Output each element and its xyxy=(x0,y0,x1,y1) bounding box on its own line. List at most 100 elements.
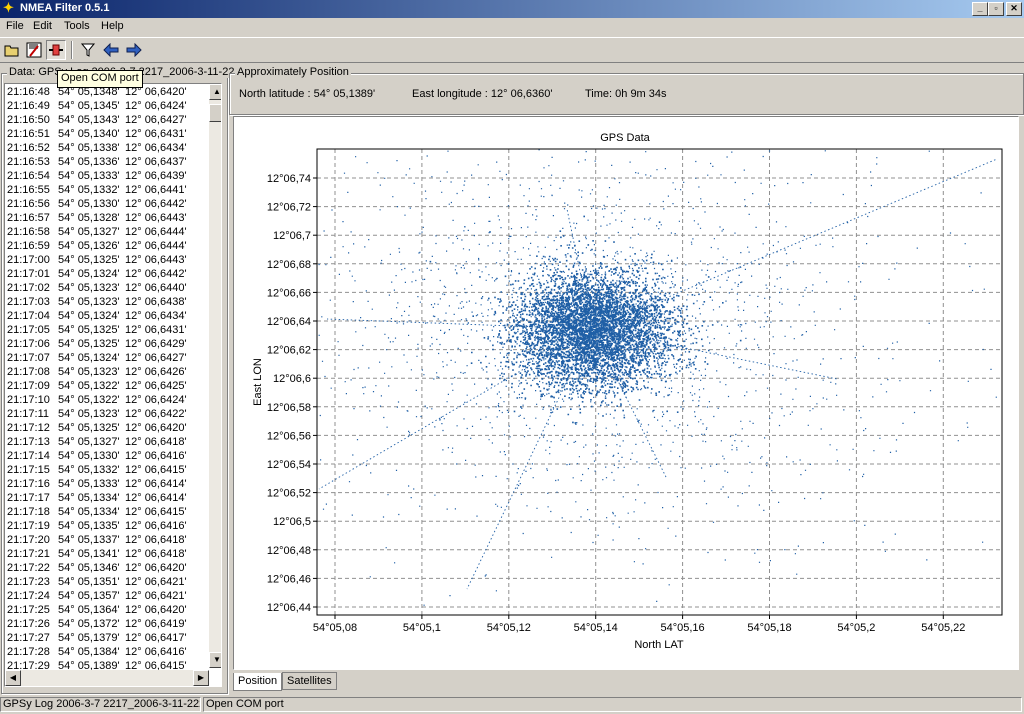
row-time: 21:17:06 xyxy=(7,338,50,350)
x-tick-label: 54°05,22 xyxy=(921,622,965,634)
x-axis-ticks: 54°05,08 54°05,1 54°05,12 54°05,14 54°05,16 5… xyxy=(313,615,965,634)
arrow-left-icon xyxy=(103,43,119,57)
y-axis-label: East LON xyxy=(252,358,264,406)
open-com-port-button[interactable] xyxy=(46,40,66,60)
close-button[interactable]: ✕ xyxy=(1006,2,1022,16)
row-time: 21:17:16 xyxy=(7,478,50,490)
forward-button[interactable] xyxy=(124,40,144,60)
row-latitude: 54° 05,1379' xyxy=(58,632,120,644)
row-longitude: 12° 06,6415' xyxy=(125,464,187,476)
row-latitude: 54° 05,1332' xyxy=(58,464,120,476)
row-longitude: 12° 06,6442' xyxy=(125,198,187,210)
row-latitude: 54° 05,1325' xyxy=(58,338,120,350)
row-longitude: 12° 06,6419' xyxy=(125,618,187,630)
horizontal-scrollbar[interactable]: ◀ ▶ xyxy=(5,670,209,686)
row-latitude: 54° 05,1322' xyxy=(58,394,120,406)
tab-position[interactable]: Position xyxy=(233,673,283,691)
row-latitude: 54° 05,1326' xyxy=(58,240,120,252)
row-latitude: 54° 05,1324' xyxy=(58,352,120,364)
menu-help[interactable]: Help xyxy=(96,19,129,33)
row-longitude: 12° 06,6418' xyxy=(125,436,187,448)
row-longitude: 12° 06,6424' xyxy=(125,394,187,406)
row-longitude: 12° 06,6441' xyxy=(125,184,187,196)
row-latitude: 54° 05,1364' xyxy=(58,604,120,616)
maximize-button[interactable]: ▫ xyxy=(988,2,1004,16)
filter-button[interactable] xyxy=(78,40,98,60)
row-longitude: 12° 06,6420' xyxy=(125,422,187,434)
row-time: 21:16:59 xyxy=(7,240,50,252)
save-log-button[interactable] xyxy=(24,40,44,60)
row-longitude: 12° 06,6421' xyxy=(125,576,187,588)
row-latitude: 54° 05,1323' xyxy=(58,408,120,420)
row-latitude: 54° 05,1337' xyxy=(58,534,120,546)
scroll-thumb[interactable] xyxy=(209,104,221,122)
y-tick-label: 12°06,62 xyxy=(267,345,311,357)
gps-scatter-chart: GPS Data 54°05,08 54°05,1 54°05,12 54°05,14… xyxy=(252,132,1003,651)
row-latitude: 54° 05,1345' xyxy=(58,100,120,112)
east-longitude-readout: East longitude : 12° 06,6360' xyxy=(412,88,553,100)
scroll-left-button[interactable]: ◀ xyxy=(5,670,21,686)
vertical-scrollbar[interactable]: ▲ ▼ xyxy=(209,84,221,668)
scroll-right-button[interactable]: ▶ xyxy=(193,670,209,686)
row-latitude: 54° 05,1357' xyxy=(58,590,120,602)
row-latitude: 54° 05,1330' xyxy=(58,450,120,462)
row-longitude: 12° 06,6416' xyxy=(125,646,187,658)
status-com-port: Open COM port xyxy=(203,697,1022,712)
minimize-button[interactable]: _ xyxy=(972,2,988,16)
row-latitude: 54° 05,1330' xyxy=(58,198,120,210)
com-port-icon xyxy=(49,44,63,56)
row-latitude: 54° 05,1328' xyxy=(58,212,120,224)
row-latitude: 54° 05,1343' xyxy=(58,114,120,126)
row-longitude: 12° 06,6434' xyxy=(125,310,187,322)
toolbar xyxy=(0,37,1024,63)
row-latitude: 54° 05,1327' xyxy=(58,436,120,448)
row-latitude: 54° 05,1323' xyxy=(58,366,120,378)
row-time: 21:16:55 xyxy=(7,184,50,196)
data-list[interactable]: 21:16:48 54° 05,1348' 12° 06,6420' 21:16:49… xyxy=(4,83,222,687)
row-time: 21:16:56 xyxy=(7,198,50,210)
y-tick-label: 12°06,5 xyxy=(273,516,311,528)
row-latitude: 54° 05,1334' xyxy=(58,492,120,504)
row-time: 21:16:51 xyxy=(7,128,50,140)
status-bar: GPSy Log 2006-3-7 2217_2006-3-11-222 Ope… xyxy=(0,697,1024,714)
row-latitude: 54° 05,1324' xyxy=(58,310,120,322)
row-longitude: 12° 06,6443' xyxy=(125,212,187,224)
menu-tools[interactable]: Tools xyxy=(59,19,95,33)
row-latitude: 54° 05,1322' xyxy=(58,380,120,392)
row-time: 21:17:14 xyxy=(7,450,50,462)
row-longitude: 12° 06,6439' xyxy=(125,170,187,182)
tab-satellites[interactable]: Satellites xyxy=(282,672,337,690)
scroll-down-button[interactable]: ▼ xyxy=(209,652,221,668)
open-folder-button[interactable] xyxy=(2,40,22,60)
row-time: 21:17:23 xyxy=(7,576,50,588)
row-time: 21:17:01 xyxy=(7,268,50,280)
row-latitude: 54° 05,1341' xyxy=(58,548,120,560)
y-tick-label: 12°06,58 xyxy=(267,402,311,414)
row-time: 21:17:25 xyxy=(7,604,50,616)
y-tick-label: 12°06,7 xyxy=(273,230,311,242)
row-longitude: 12° 06,6424' xyxy=(125,100,187,112)
row-longitude: 12° 06,6442' xyxy=(125,268,187,280)
y-tick-label: 12°06,48 xyxy=(267,545,311,557)
row-latitude: 54° 05,1333' xyxy=(58,170,120,182)
status-log-file: GPSy Log 2006-3-7 2217_2006-3-11-222 xyxy=(0,697,201,712)
row-longitude: 12° 06,6418' xyxy=(125,548,187,560)
row-latitude: 54° 05,1323' xyxy=(58,282,120,294)
row-time: 21:17:19 xyxy=(7,520,50,532)
menu-edit[interactable]: Edit xyxy=(28,19,57,33)
row-latitude: 54° 05,1384' xyxy=(58,646,120,658)
row-longitude: 12° 06,6434' xyxy=(125,142,187,154)
x-tick-label: 54°05,1 xyxy=(403,622,441,634)
row-time: 21:16:48 xyxy=(7,86,50,98)
row-longitude: 12° 06,6414' xyxy=(125,492,187,504)
back-button[interactable] xyxy=(101,40,121,60)
scatter-point-cloud xyxy=(318,149,997,606)
row-longitude: 12° 06,6427' xyxy=(125,352,187,364)
x-tick-label: 54°05,08 xyxy=(313,622,357,634)
menu-file[interactable]: File xyxy=(1,19,29,33)
row-time: 21:17:02 xyxy=(7,282,50,294)
scroll-up-button[interactable]: ▲ xyxy=(209,84,221,100)
row-latitude: 54° 05,1324' xyxy=(58,268,120,280)
arrow-right-icon xyxy=(126,43,142,57)
row-time: 21:17:28 xyxy=(7,646,50,658)
